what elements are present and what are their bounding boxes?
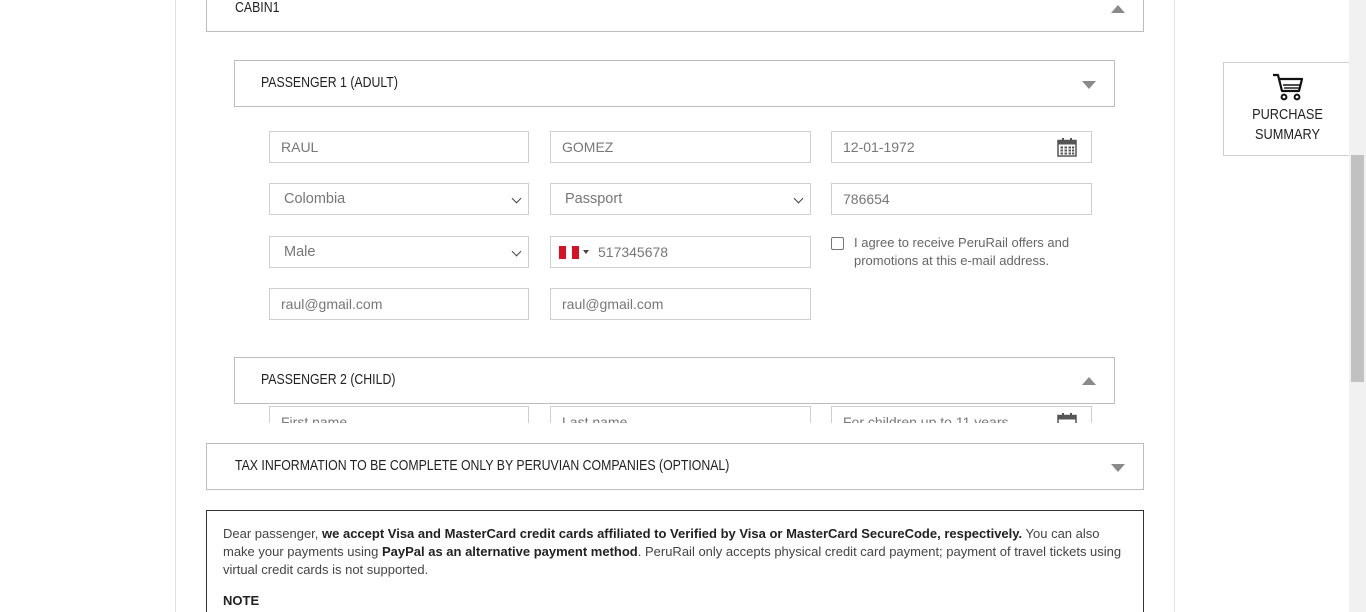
collapse-caret-icon[interactable] [1111,5,1125,13]
notice-bold-1: we accept Visa and MasterCard credit car… [322,526,1023,541]
gender-value: Male [284,244,316,260]
cart-icon [1273,73,1304,101]
tax-info-panel-header[interactable]: TAX INFORMATION TO BE COMPLETE ONLY BY P… [206,443,1144,490]
cabin-title: CABIN1 [235,0,280,16]
calendar-icon[interactable] [1057,413,1077,423]
email-input[interactable]: raul@gmail.com [269,288,529,320]
offers-consent-checkbox[interactable] [831,237,844,250]
purchase-summary-label: PURCHASE SUMMARY [1224,105,1351,145]
first-name-value: RAUL [281,139,319,155]
country-code-caret-icon[interactable] [583,250,589,254]
last-name-value: GOMEZ [562,139,614,155]
email-confirm-input[interactable]: raul@gmail.com [550,288,811,320]
note-heading: NOTE [223,593,260,608]
email-value: raul@gmail.com [281,296,383,312]
document-type-value: Passport [565,191,623,207]
offers-consent-label: I agree to receive PeruRail offers and p… [854,235,1070,268]
calendar-icon[interactable] [1057,138,1077,157]
scrollbar-thumb[interactable] [1351,155,1364,382]
collapse-caret-icon[interactable] [1082,377,1096,385]
document-type-select[interactable]: Passport [550,183,811,215]
notice-text-1: Dear passenger, [223,526,323,541]
email-confirm-value: raul@gmail.com [562,296,664,312]
p2-birth-placeholder: For children up to 11 years [843,414,1009,423]
passenger2-panel-header[interactable]: PASSENGER 2 (CHILD) [234,357,1115,404]
expand-caret-icon[interactable] [1082,81,1096,89]
expand-caret-icon[interactable] [1111,464,1125,472]
p2-first-name-input[interactable]: First name [269,406,529,423]
phone-value: 517345678 [598,244,669,260]
gender-select[interactable]: Male [269,236,529,268]
chevron-down-icon [793,193,804,204]
document-number-input[interactable]: 786654 [831,183,1092,215]
p2-last-name-input[interactable]: Last name [550,406,811,423]
passenger2-title: PASSENGER 2 (CHILD) [261,371,396,388]
last-name-input[interactable]: GOMEZ [550,131,811,163]
passenger1-title: PASSENGER 1 (ADULT) [261,74,398,91]
country-value: Colombia [284,191,346,207]
passenger1-panel-header[interactable]: PASSENGER 1 (ADULT) [234,60,1115,107]
p2-birth-date-input[interactable]: For children up to 11 years [831,406,1092,423]
notice-bold-2: PayPal as an alternative payment method [381,544,638,559]
purchase-summary-line1: PURCHASE [1252,106,1323,123]
chevron-down-icon [511,246,522,257]
payment-notice: Dear passenger, we accept Visa and Maste… [206,510,1144,612]
phone-input[interactable]: 517345678 [550,236,811,268]
purchase-summary-button[interactable]: PURCHASE SUMMARY [1223,62,1350,156]
payment-notice-text: Dear passenger, we accept Visa and Maste… [223,525,1127,579]
page-scrollbar[interactable] [1349,0,1366,612]
purchase-summary-line2: SUMMARY [1255,126,1320,143]
p2-first-name-placeholder: First name [281,414,348,423]
birth-date-value: 12-01-1972 [843,139,915,155]
cabin-panel-header[interactable]: CABIN1 [206,0,1144,32]
peru-flag-icon[interactable] [559,245,580,259]
birth-date-input[interactable]: 12-01-1972 [831,131,1092,163]
document-number-value: 786654 [843,191,890,207]
first-name-input[interactable]: RAUL [269,131,529,163]
passenger2-fields-viewport: First name Last name For children up to … [234,403,1116,423]
country-select[interactable]: Colombia [269,183,529,215]
p2-last-name-placeholder: Last name [562,414,628,423]
tax-info-title: TAX INFORMATION TO BE COMPLETE ONLY BY P… [235,457,730,474]
chevron-down-icon [511,193,522,204]
